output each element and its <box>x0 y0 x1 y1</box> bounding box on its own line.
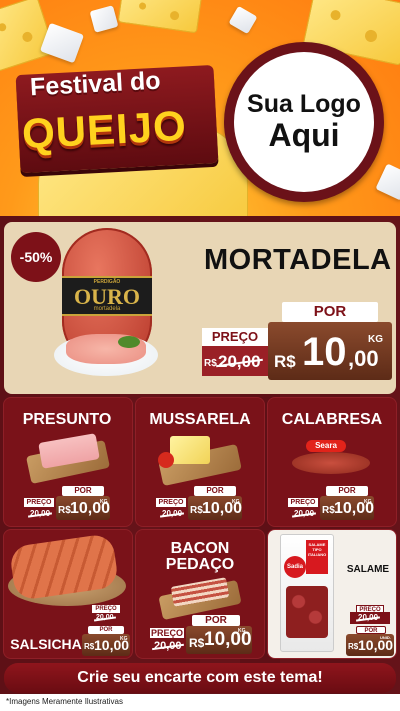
preco-label: PREÇO <box>24 498 54 507</box>
price-currency: R$ <box>58 505 71 516</box>
product-name: SALAME <box>346 564 390 575</box>
price-unit: KG <box>120 636 128 642</box>
price-currency: R$ <box>274 352 296 371</box>
logo-text-line2: Aqui <box>268 117 340 154</box>
old-price: 20,00 <box>154 640 182 652</box>
price-decimal: ,00 <box>348 346 379 371</box>
cheese-illustration <box>170 436 210 464</box>
preco-label: PREÇO <box>156 498 186 507</box>
old-price: 20,00 <box>294 509 315 518</box>
por-tag: POR <box>88 626 124 634</box>
cheese-cube-illustration <box>89 5 119 33</box>
price-unit: KG <box>100 499 108 505</box>
old-price: 20,00 <box>218 352 261 371</box>
product-name: SALSICHA <box>10 636 82 652</box>
price-unit: KG <box>238 628 246 634</box>
tomato-illustration <box>158 452 174 468</box>
product-name: PRESUNTO <box>22 411 112 428</box>
old-price: 20,00 <box>162 509 183 518</box>
price-currency: R$ <box>322 505 335 516</box>
por-tag: POR <box>326 486 368 496</box>
old-price: 20,00 <box>358 613 379 622</box>
product-name: MUSSARELA <box>149 411 251 428</box>
salame-pack-label: SALAME TIPO ITALIANO <box>306 540 328 574</box>
price-currency: R$ <box>190 505 203 516</box>
preco-label: PREÇO <box>202 328 268 346</box>
featured-product-name: MORTADELA <box>204 244 392 276</box>
logo-placeholder[interactable]: Sua Logo Aqui <box>234 52 374 192</box>
por-tag: POR <box>192 615 240 626</box>
price-currency: R$ <box>348 642 359 651</box>
por-tag: POR <box>356 626 386 634</box>
price-unit: KG <box>364 499 372 505</box>
cheese-cube-illustration <box>228 5 258 35</box>
cheese-cube-illustration <box>375 163 400 201</box>
old-price: 20,00 <box>30 509 51 518</box>
logo-text-line1: Sua Logo <box>247 89 361 118</box>
cheese-block-illustration <box>117 0 203 34</box>
por-tag: POR <box>62 486 104 496</box>
preco-label: PREÇO <box>150 628 184 638</box>
sadia-logo: Sadia <box>284 556 306 578</box>
create-flyer-button[interactable]: Crie seu encarte com este tema! <box>4 663 396 693</box>
preco-label: PREÇO <box>288 498 318 507</box>
old-price-currency: R$ <box>204 358 217 369</box>
preco-label: PREÇO <box>92 605 120 613</box>
price-integer: 10 <box>302 330 347 374</box>
product-name-line2: PEDAÇO <box>165 556 235 573</box>
price-currency: R$ <box>84 642 95 651</box>
discount-badge: -50% <box>11 232 61 282</box>
seara-logo: Seara <box>306 440 346 452</box>
footnote: *Imagens Meramente Ilustrativas <box>6 697 123 706</box>
por-tag: POR <box>194 486 236 496</box>
mortadela-brand-sub: mortadela <box>93 306 121 312</box>
price-unit: KG <box>368 334 383 345</box>
sausage-illustration <box>292 452 370 474</box>
herb-garnish-illustration <box>118 336 140 348</box>
page-title-line2: QUEIJO <box>20 101 188 158</box>
price-unit: KG <box>232 499 240 505</box>
price-unit: UNID. <box>380 635 391 640</box>
price-currency: R$ <box>189 636 205 650</box>
product-name: CALABRESA <box>281 411 383 428</box>
salame-slices-illustration <box>286 586 328 638</box>
por-tag: POR <box>282 302 378 322</box>
old-price: 20,00 <box>96 614 114 621</box>
